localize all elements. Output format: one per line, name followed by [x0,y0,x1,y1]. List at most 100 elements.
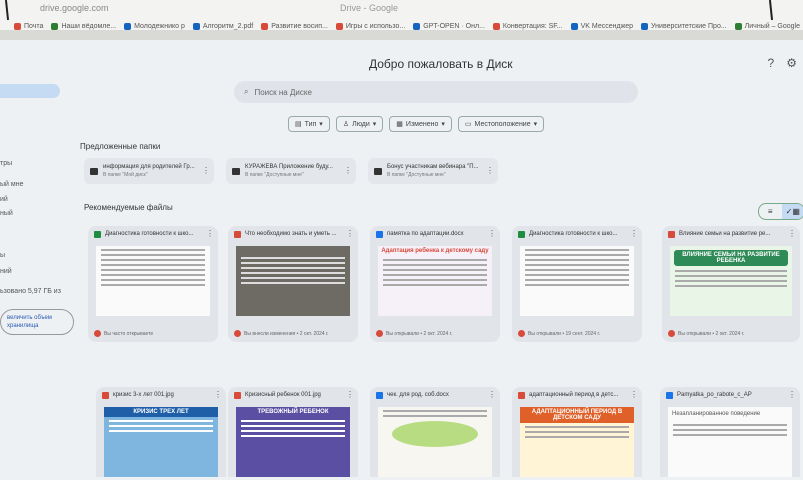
list-view-icon[interactable]: ≡ [759,204,782,219]
more-options-icon[interactable]: ⋮ [488,390,496,399]
more-options-icon[interactable]: ⋮ [206,229,214,238]
file-thumbnail [520,246,634,316]
file-card[interactable]: Диагностика готовности к шко... ⋮ Вы час… [88,226,218,342]
grid-view-icon[interactable]: ✓▦ [781,204,803,219]
file-card[interactable]: чек. для род. соб.docx ⋮ [370,387,500,477]
bookmark-icon [335,22,343,30]
storage-usage: ьзовано 5,97 ГБ из [0,288,61,295]
settings-icon[interactable]: ⚙ [786,56,797,70]
pdf-icon [518,391,525,399]
avatar [518,330,525,337]
folder-icon: ▭ [464,121,472,128]
filter-people[interactable]: ♙ Люди ▾ [335,116,384,132]
bookmark-icon [570,22,578,30]
bookmark-item[interactable]: GPT-OPEN · Онл... [413,22,485,30]
file-card[interactable]: памятка по адаптации.docx ⋮ Адаптация ре… [370,226,500,342]
sidebar-item-spam[interactable]: ный [0,210,13,217]
bookmark-item[interactable]: Почта [14,22,43,30]
file-thumbnail [378,407,492,477]
file-name: Диагностика готовности к шко... [529,231,618,237]
more-options-icon[interactable]: ⋮ [346,229,354,238]
more-options-icon[interactable]: ⋮ [630,390,638,399]
filter-modified[interactable]: ▦ Изменено ▾ [389,116,452,132]
filter-location[interactable]: ▭ Местоположение ▾ [457,116,545,132]
thumbnail-title: КРИЗИС ТРЕХ ЛЕТ [104,407,218,417]
folder-card[interactable]: КУРАЖЕВА Приложение буду... В папке "Дост… [226,158,356,184]
file-activity: Вы часто открываете [104,330,154,337]
file-card[interactable]: кризис 3-х лет 001.jpg ⋮ КРИЗИС ТРЕХ ЛЕТ [96,387,226,477]
thumbnail-title: ВЛИЯНИЕ СЕМЬИ НА РАЗВИТИЕ РЕБЕНКА [674,250,788,266]
file-thumbnail: Незапланированное поведение [668,407,792,477]
bookmark-item[interactable]: Университетские Про... [641,22,727,30]
tab-title[interactable]: Drive - Google [340,3,398,13]
folder-card[interactable]: информация для родителей Гр... В папке "М… [84,158,214,184]
file-name: адаптационный период в детс... [529,392,619,398]
more-options-icon[interactable]: ⋮ [488,229,496,238]
sidebar-item-starred[interactable]: ий [0,196,8,203]
file-name: Pamyatka_po_rabote_c_AP [677,392,752,398]
file-thumbnail: КРИЗИС ТРЕХ ЛЕТ [104,407,218,477]
file-thumbnail: ВЛИЯНИЕ СЕМЬИ НА РАЗВИТИЕ РЕБЕНКА [670,246,792,316]
more-options-icon[interactable]: ⋮ [630,229,638,238]
search-input[interactable]: ⌕ Поиск на Диске [234,81,638,103]
more-options-icon[interactable]: ⋮ [788,229,796,238]
bookmark-item[interactable]: Развитие восип... [261,22,328,30]
sidebar-item-recent[interactable]: тры [0,160,12,167]
bookmark-icon [14,22,21,30]
folder-location: В папке "Доступные мне" [387,172,446,178]
bookmark-item[interactable]: Личный – Google [734,22,800,30]
filter-people-label: Люди [352,120,370,128]
more-options-icon[interactable]: ⋮ [344,166,352,175]
filter-modified-label: Изменено [405,120,439,128]
bookmarks-bar: Почта Наши вёдомле... Молодежнико р Алгорит… [0,18,803,34]
more-options-icon[interactable]: ⋮ [214,390,222,399]
view-toggle[interactable]: ≡ ✓▦ [758,203,803,220]
more-options-icon[interactable]: ⋮ [788,390,796,399]
address-bar[interactable]: drive.google.com [40,3,109,13]
file-thumbnail [236,246,350,316]
file-card[interactable]: Pamyatka_po_rabote_c_AP ⋮ Незапланирован… [660,387,800,477]
bookmark-icon [261,22,269,30]
file-name: памятка по адаптации.docx [387,231,464,237]
bookmark-label: GPT-OPEN · Онл... [423,22,485,30]
file-card[interactable]: Диагностика готовности к шко... ⋮ Вы отк… [512,226,642,342]
help-icon[interactable]: ? [768,56,775,70]
sidebar-item-shared[interactable]: ый мне [0,181,23,188]
bookmark-item[interactable]: Конвертация: SF... [492,22,563,30]
folder-icon [232,167,240,175]
filter-type[interactable]: ▤ Тип ▾ [288,116,330,132]
bookmark-item[interactable]: Наши вёдомле... [51,22,116,30]
more-options-icon[interactable]: ⋮ [202,166,210,175]
thumbnail-shape [392,421,478,447]
search-placeholder: Поиск на Диске [254,87,312,97]
file-card[interactable]: Кризисный ребенок 001.jpg ⋮ ТРЕВОЖНЫЙ РЕ… [228,387,358,477]
file-card[interactable]: адаптационный период в детс... ⋮ АДАПТАЦ… [512,387,642,477]
bookmark-icon [734,22,742,30]
folder-card[interactable]: Бонус участникам вебинара "П... В папке "… [368,158,498,184]
file-card[interactable]: Влияние семьи на развитие ре... ⋮ ВЛИЯНИ… [662,226,800,342]
filter-type-label: Тип [304,120,317,128]
file-activity: Вы открывали • 2 окт. 2024 г. [678,330,745,337]
avatar [376,330,383,337]
sidebar-item-trash[interactable]: ы [0,252,5,259]
thumbnail-title: АДАПТАЦИОННЫЙ ПЕРИОД В ДЕТСКОМ САДУ [520,407,634,423]
file-activity: Вы открывали • 19 сент. 2024 г. [528,330,601,337]
bookmark-icon [641,22,649,30]
bookmark-item[interactable]: VK Мессенджер [570,22,633,30]
more-options-icon[interactable]: ⋮ [486,166,494,175]
get-more-storage-button[interactable]: величить объем хранилища [0,309,74,335]
docs-icon [376,391,383,399]
bookmark-item[interactable]: Игры с использо... [335,22,405,30]
bookmark-item[interactable]: Алгоритм_2.pdf [192,22,253,30]
file-card[interactable]: Что необходимо знать и уметь ... ⋮ Вы вн… [228,226,358,342]
sidebar-active-item[interactable] [0,84,60,98]
sheets-icon [518,230,525,238]
thumbnail-title: Адаптация ребенка к детскому саду [381,248,489,254]
chevron-down-icon: ▾ [441,121,445,128]
bookmark-item[interactable]: Молодежнико р [124,22,185,30]
file-type-icon: ▤ [295,121,302,128]
sidebar-item-storage[interactable]: ний [0,268,12,275]
pdf-icon [234,230,241,238]
bookmark-label: Молодежнико р [134,22,185,30]
more-options-icon[interactable]: ⋮ [346,390,354,399]
